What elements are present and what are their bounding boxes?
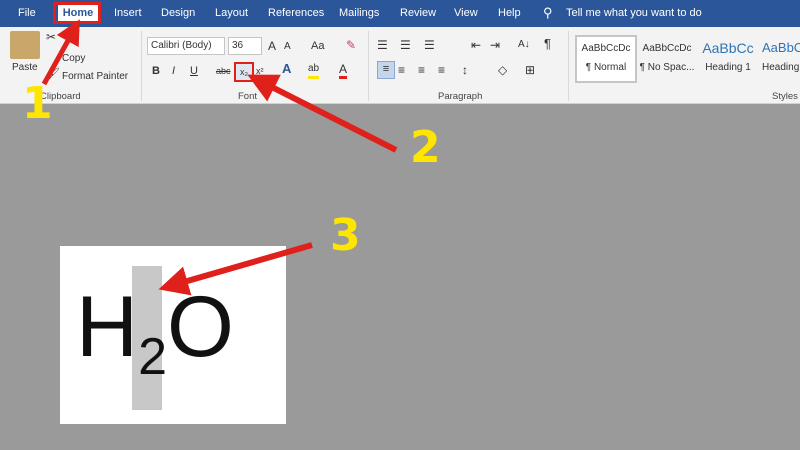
- style-normal[interactable]: AaBbCcDc ¶ Normal: [575, 35, 637, 83]
- style-preview: AaBbCc: [702, 40, 754, 56]
- tab-design[interactable]: Design: [161, 7, 195, 19]
- justify-icon[interactable]: ≡: [438, 63, 445, 77]
- tab-file[interactable]: File: [18, 7, 36, 19]
- align-center-icon[interactable]: ≡: [398, 63, 405, 77]
- scissors-icon[interactable]: ✂: [46, 30, 56, 44]
- grow-font-button[interactable]: A: [268, 39, 276, 53]
- align-right-icon[interactable]: ≡: [418, 63, 425, 77]
- formula-h: H: [76, 279, 139, 375]
- tab-review[interactable]: Review: [400, 7, 436, 19]
- superscript-button[interactable]: x²: [256, 64, 264, 78]
- formula-o: O: [167, 279, 234, 375]
- style-preview: AaBbCcDc: [581, 43, 631, 54]
- line-spacing-icon[interactable]: ↕: [462, 63, 468, 77]
- font-size-select[interactable]: 36: [228, 37, 262, 55]
- style-name: Heading 1: [705, 62, 751, 73]
- ribbon-divider: [368, 31, 369, 101]
- bullets-icon[interactable]: ☰: [377, 38, 388, 52]
- subscript-button[interactable]: x₂: [234, 62, 254, 82]
- strikethrough-button[interactable]: abc: [216, 64, 231, 78]
- menu-bar: File Home Insert Design Layout Reference…: [0, 0, 800, 27]
- ribbon-divider: [568, 31, 569, 101]
- clear-formatting-icon[interactable]: ✎: [346, 38, 356, 52]
- step-2-label: 2: [410, 122, 441, 173]
- tab-layout[interactable]: Layout: [215, 7, 248, 19]
- styles-group-label: Styles: [772, 91, 798, 102]
- multilevel-list-icon[interactable]: ☰: [424, 38, 435, 52]
- h2o-formula: H2O: [76, 284, 234, 383]
- style-name: ¶ Normal: [585, 62, 627, 73]
- shrink-font-button[interactable]: A: [284, 40, 291, 54]
- style-heading-1[interactable]: AaBbCc Heading 1: [700, 37, 756, 79]
- text-effects-icon[interactable]: A: [282, 62, 291, 76]
- tab-help[interactable]: Help: [498, 7, 521, 19]
- numbering-icon[interactable]: ☰: [400, 38, 411, 52]
- formula-subscript: 2: [138, 328, 168, 386]
- style-preview: AaBbCc: [762, 40, 800, 55]
- lightbulb-icon: ⚲: [543, 5, 553, 20]
- style-name: Heading 2: [762, 62, 800, 73]
- style-preview: AaBbCcDc: [642, 43, 692, 54]
- ribbon-divider: [141, 31, 142, 101]
- underline-button[interactable]: U: [190, 64, 198, 78]
- paragraph-group-label: Paragraph: [438, 91, 483, 102]
- style-name: ¶ No Spac...: [639, 62, 695, 73]
- increase-indent-icon[interactable]: ⇥: [490, 38, 500, 52]
- home-highlight-box: [53, 2, 101, 24]
- align-left-icon[interactable]: ≡: [377, 61, 395, 79]
- style-no-spacing[interactable]: AaBbCcDc ¶ No Spac...: [638, 37, 696, 79]
- highlight-color-icon[interactable]: ab: [308, 62, 320, 79]
- shading-icon[interactable]: ◇: [498, 63, 507, 77]
- decrease-indent-icon[interactable]: ⇤: [471, 38, 481, 52]
- font-group-label: Font: [238, 91, 258, 102]
- paste-icon[interactable]: [10, 31, 40, 59]
- tab-references[interactable]: References: [268, 7, 324, 19]
- document-page[interactable]: H2O: [60, 246, 286, 424]
- bold-button[interactable]: B: [152, 64, 160, 78]
- ribbon: Paste ✂ Cut Copy 🖌 Format Painter Clipbo…: [0, 27, 800, 104]
- tab-mailings[interactable]: Mailings: [339, 7, 379, 19]
- style-heading-2[interactable]: AaBbCc Heading 2: [762, 37, 800, 79]
- format-painter-button[interactable]: Format Painter: [62, 70, 128, 84]
- tab-insert[interactable]: Insert: [114, 7, 142, 19]
- step-3-label: 3: [330, 210, 361, 261]
- tell-me-search[interactable]: Tell me what you want to do: [566, 7, 702, 19]
- font-family-select[interactable]: Calibri (Body): [147, 37, 225, 55]
- font-color-button[interactable]: A: [339, 62, 348, 79]
- italic-button[interactable]: I: [172, 64, 175, 78]
- borders-icon[interactable]: ⊞: [525, 63, 535, 77]
- step-1-label: 1: [22, 78, 53, 129]
- pilcrow-icon[interactable]: ¶: [544, 37, 551, 51]
- copy-button[interactable]: Copy: [62, 52, 85, 66]
- sort-icon[interactable]: A↓: [518, 38, 530, 52]
- paste-button[interactable]: Paste: [12, 61, 38, 75]
- cut-button[interactable]: Cut: [62, 30, 78, 44]
- change-case-button[interactable]: Aa: [311, 39, 324, 53]
- tab-view[interactable]: View: [454, 7, 478, 19]
